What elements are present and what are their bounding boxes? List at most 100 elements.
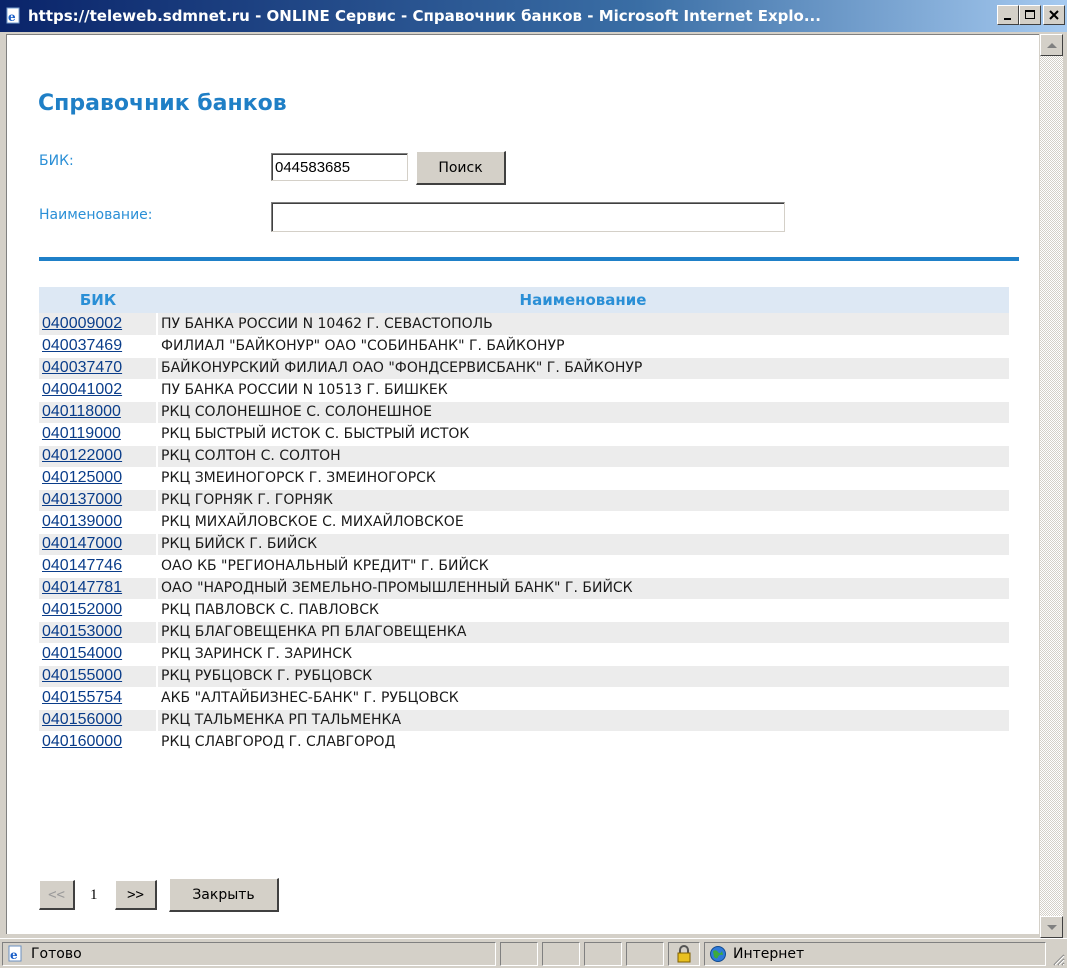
- window-title: https://teleweb.sdmnet.ru - ONLINE Серви…: [28, 7, 821, 25]
- bik-link[interactable]: 040125000: [42, 469, 122, 486]
- table-row: 040041002 ПУ БАНКА РОССИИ N 10513 Г. БИШК…: [39, 379, 1009, 402]
- table-row: 040037469 ФИЛИАЛ "БАЙКОНУР" ОАО "СОБИНБАН…: [39, 335, 1009, 358]
- cell-bank-name: РКЦ РУБЦОВСК Г. РУБЦОВСК: [157, 665, 1009, 688]
- cell-bik: 040041002: [39, 379, 158, 402]
- cell-bank-name: РКЦ БЫСТРЫЙ ИСТОК С. БЫСТРЫЙ ИСТОК: [157, 423, 1009, 446]
- search-button[interactable]: Поиск: [416, 151, 506, 185]
- minimize-icon: [1004, 18, 1011, 20]
- bik-link[interactable]: 040152000: [42, 601, 122, 618]
- ie-page-icon: e: [4, 6, 24, 26]
- lock-icon: [677, 945, 691, 963]
- table-row: 040118000 РКЦ СОЛОНЕШНОЕ С. СОЛОНЕШНОЕ: [39, 401, 1009, 424]
- cell-bik: 040137000: [39, 489, 158, 512]
- cell-bik: 040154000: [39, 643, 158, 666]
- cell-bank-name: РКЦ СОЛОНЕШНОЕ С. СОЛОНЕШНОЕ: [157, 401, 1009, 424]
- arrow-up-icon: [1046, 42, 1057, 48]
- window-title-bar[interactable]: e https://teleweb.sdmnet.ru - ONLINE Сер…: [0, 0, 1067, 32]
- table-row: 040153000 РКЦ БЛАГОВЕЩЕНКА РП БЛАГОВЕЩЕНК…: [39, 621, 1009, 644]
- column-header-name[interactable]: Наименование: [157, 287, 1009, 313]
- bik-link[interactable]: 040118000: [42, 403, 121, 420]
- status-pane: [626, 942, 664, 966]
- scroll-up-button[interactable]: [1040, 34, 1063, 56]
- svg-text:e: e: [8, 10, 16, 24]
- cell-bank-name: БАЙКОНУРСКИЙ ФИЛИАЛ ОАО "ФОНДСЕРВИСБАНК"…: [157, 357, 1009, 380]
- status-pane: [542, 942, 580, 966]
- table-row: 040137000 РКЦ ГОРНЯК Г. ГОРНЯК: [39, 489, 1009, 512]
- table-row: 040155754 АКБ "АЛТАЙБИЗНЕС-БАНК" Г. РУБЦО…: [39, 687, 1009, 710]
- zone-pane[interactable]: Интернет: [704, 942, 1046, 966]
- minimize-button[interactable]: [997, 5, 1019, 25]
- cell-bank-name: ОАО КБ "РЕГИОНАЛЬНЫЙ КРЕДИТ" Г. БИЙСК: [157, 555, 1009, 578]
- name-label: Наименование:: [39, 207, 153, 223]
- table-row: 040156000 РКЦ ТАЛЬМЕНКА РП ТАЛЬМЕНКА: [39, 709, 1009, 732]
- status-pane: [500, 942, 538, 966]
- next-page-button[interactable]: >>: [115, 880, 157, 910]
- bik-link[interactable]: 040155000: [42, 667, 122, 684]
- close-button[interactable]: [1043, 5, 1065, 25]
- cell-bank-name: РКЦ СЛАВГОРОД Г. СЛАВГОРОД: [157, 731, 1009, 754]
- bik-link[interactable]: 040122000: [42, 447, 122, 464]
- cell-bik: 040155754: [39, 687, 158, 710]
- bik-link[interactable]: 040147000: [42, 535, 122, 552]
- table-row: 040125000 РКЦ ЗМЕИНОГОРСК Г. ЗМЕИНОГОРСК: [39, 467, 1009, 490]
- bik-link[interactable]: 040155754: [42, 689, 122, 706]
- bik-link[interactable]: 040119000: [42, 425, 121, 442]
- bik-link[interactable]: 040009002: [42, 315, 122, 332]
- maximize-icon: [1025, 10, 1035, 19]
- cell-bank-name: РКЦ ЗМЕИНОГОРСК Г. ЗМЕИНОГОРСК: [157, 467, 1009, 490]
- table-row: 040152000 РКЦ ПАВЛОВСК С. ПАВЛОВСК: [39, 599, 1009, 622]
- table-row: 040154000 РКЦ ЗАРИНСК Г. ЗАРИНСК: [39, 643, 1009, 666]
- column-header-bik[interactable]: БИК: [39, 287, 157, 313]
- cell-bik: 040125000: [39, 467, 158, 490]
- page-content: Справочник банков БИК: Поиск Наименовани…: [6, 34, 1039, 934]
- ie-page-icon: e: [8, 945, 22, 962]
- bik-link[interactable]: 040153000: [42, 623, 122, 640]
- cell-bank-name: РКЦ ЗАРИНСК Г. ЗАРИНСК: [157, 643, 1009, 666]
- cell-bik: 040009002: [39, 313, 158, 336]
- cell-bik: 040037469: [39, 335, 158, 358]
- table-row: 040155000 РКЦ РУБЦОВСК Г. РУБЦОВСК: [39, 665, 1009, 688]
- table-row: 040160000 РКЦ СЛАВГОРОД Г. СЛАВГОРОД: [39, 731, 1009, 754]
- security-pane[interactable]: [668, 942, 700, 966]
- table-row: 040139000 РКЦ МИХАЙЛОВСКОЕ С. МИХАЙЛОВСКО…: [39, 511, 1009, 534]
- bik-link[interactable]: 040041002: [42, 381, 122, 398]
- status-text: Готово: [31, 946, 82, 962]
- cell-bik: 040118000: [39, 401, 158, 424]
- bik-input[interactable]: [271, 153, 408, 181]
- cell-bik: 040160000: [39, 731, 158, 754]
- bik-link[interactable]: 040037469: [42, 337, 122, 354]
- table-row: 040122000 РКЦ СОЛТОН С. СОЛТОН: [39, 445, 1009, 468]
- resize-grip-icon[interactable]: [1051, 952, 1065, 966]
- scroll-down-button[interactable]: [1040, 916, 1063, 938]
- close-dialog-button[interactable]: Закрыть: [169, 878, 279, 912]
- bik-link[interactable]: 040156000: [42, 711, 122, 728]
- prev-page-button[interactable]: <<: [39, 880, 75, 910]
- cell-bank-name: РКЦ ГОРНЯК Г. ГОРНЯК: [157, 489, 1009, 512]
- bik-link[interactable]: 040137000: [42, 491, 122, 508]
- cell-bik: 040147781: [39, 577, 158, 600]
- current-page-number: 1: [90, 887, 98, 903]
- bik-link[interactable]: 040147746: [42, 557, 122, 574]
- bik-link[interactable]: 040160000: [42, 733, 122, 750]
- table-body: 040009002 ПУ БАНКА РОССИИ N 10462 Г. СЕВА…: [39, 313, 1009, 754]
- bik-link[interactable]: 040139000: [42, 513, 122, 530]
- cell-bik: 040122000: [39, 445, 158, 468]
- bik-label: БИК:: [39, 153, 74, 169]
- table-row: 040119000 РКЦ БЫСТРЫЙ ИСТОК С. БЫСТРЫЙ ИС…: [39, 423, 1009, 446]
- section-divider: [39, 257, 1019, 261]
- cell-bank-name: ПУ БАНКА РОССИИ N 10462 Г. СЕВАСТОПОЛЬ: [157, 313, 1009, 336]
- window-controls: [995, 5, 1065, 25]
- bik-link[interactable]: 040037470: [42, 359, 122, 376]
- maximize-button[interactable]: [1019, 5, 1041, 25]
- cell-bank-name: ФИЛИАЛ "БАЙКОНУР" ОАО "СОБИНБАНК" Г. БАЙ…: [157, 335, 1009, 358]
- cell-bank-name: АКБ "АЛТАЙБИЗНЕС-БАНК" Г. РУБЦОВСК: [157, 687, 1009, 710]
- name-input[interactable]: [271, 202, 785, 232]
- cell-bank-name: РКЦ БЛАГОВЕЩЕНКА РП БЛАГОВЕЩЕНКА: [157, 621, 1009, 644]
- table-row: 040147000 РКЦ БИЙСК Г. БИЙСК: [39, 533, 1009, 556]
- window-frame: Справочник банков БИК: Поиск Наименовани…: [0, 32, 1067, 938]
- vertical-scrollbar[interactable]: [1040, 34, 1063, 938]
- bik-link[interactable]: 040154000: [42, 645, 122, 662]
- cell-bank-name: РКЦ СОЛТОН С. СОЛТОН: [157, 445, 1009, 468]
- cell-bik: 040147746: [39, 555, 158, 578]
- bik-link[interactable]: 040147781: [42, 579, 122, 596]
